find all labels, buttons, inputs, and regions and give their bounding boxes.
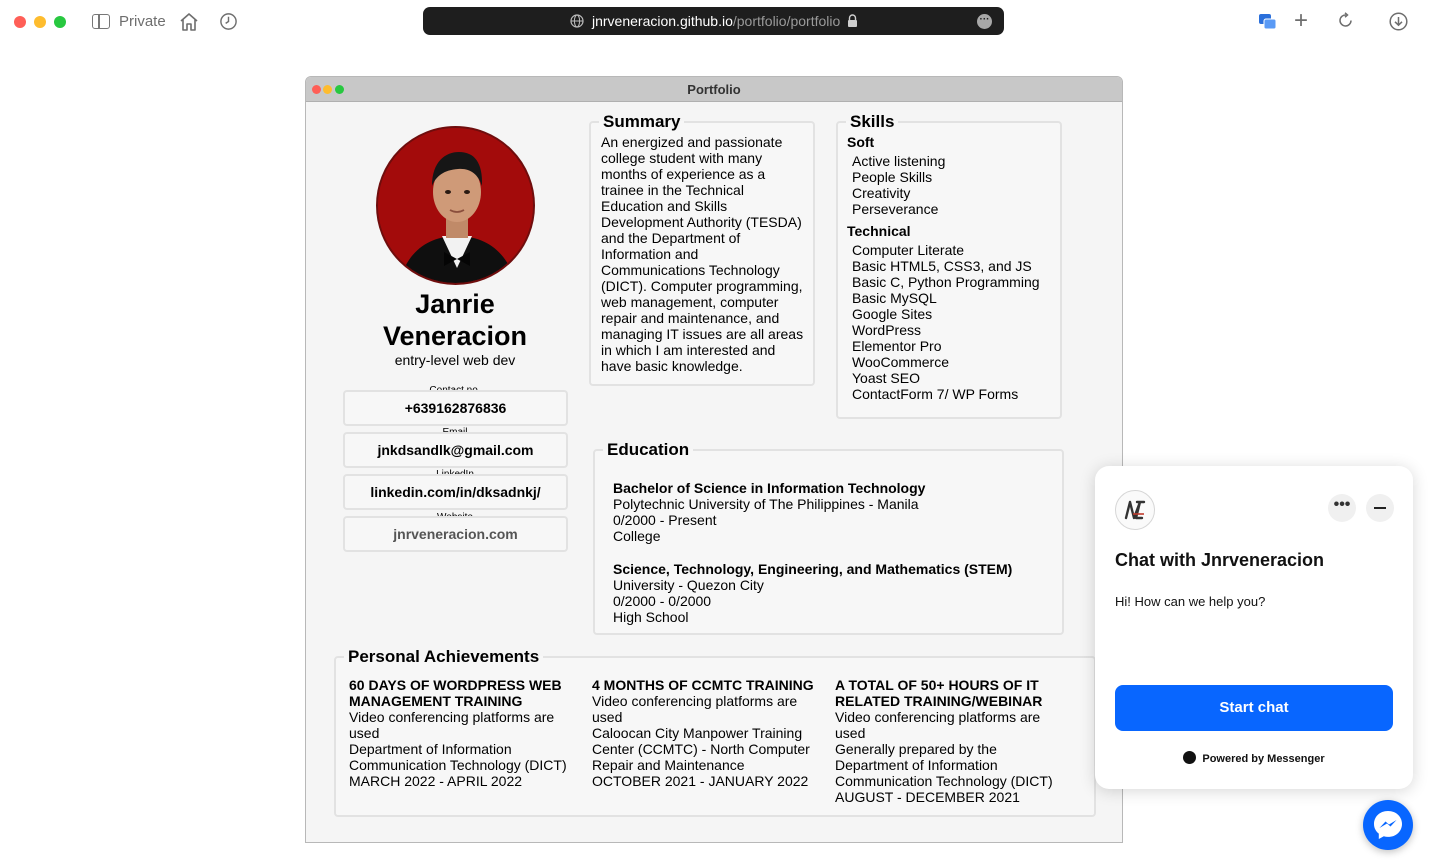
- achievement-item: A total of 50+ hours of IT related train…: [835, 677, 1078, 805]
- achievement-title: 60 days of WordPress Web Management Trai…: [349, 677, 562, 709]
- technical-skill-item: WordPress: [852, 322, 921, 338]
- technical-skill-item: Elementor Pro: [852, 338, 942, 354]
- chat-greeting: Hi! How can we help you?: [1115, 594, 1266, 609]
- achievement-detail: Video conferencing platforms are used: [835, 709, 1041, 741]
- achievement-title: A total of 50+ hours of IT related train…: [835, 677, 1043, 709]
- sidebar-toggle-icon[interactable]: [92, 14, 110, 29]
- lock-icon: [848, 14, 857, 27]
- achievement-item: 60 days of WordPress Web Management Trai…: [349, 677, 592, 805]
- minimize-window-button[interactable]: [34, 16, 46, 28]
- education-dates: 0/2000 - Present: [613, 512, 717, 528]
- messenger-icon: [1374, 811, 1402, 839]
- browser-toolbar: Private jnrveneracion.github.io/portfoli…: [0, 0, 1429, 44]
- skills-section: Skills Soft Active listening People Skil…: [836, 112, 1062, 419]
- achievements-grid: 60 days of WordPress Web Management Trai…: [336, 667, 1094, 805]
- url-path: /portfolio/portfolio: [732, 13, 841, 29]
- window-titlebar: Portfolio: [306, 77, 1122, 102]
- summary-heading: Summary: [603, 112, 681, 131]
- technical-skill-item: Google Sites: [852, 306, 933, 322]
- technical-skills-heading: Technical: [847, 223, 911, 239]
- technical-skills-list: Computer Literate Basic HTML5, CSS3, and…: [852, 242, 1060, 402]
- achievement-dates: AUGUST - DECEMBER 2021: [835, 789, 1020, 805]
- summary-section: Summary An energized and passionate coll…: [589, 112, 815, 386]
- profile-name: Janrie Veneracion: [382, 289, 528, 351]
- new-tab-icon[interactable]: +: [1294, 9, 1308, 33]
- soft-skill-item: Creativity: [852, 185, 911, 201]
- contact-linkedin-field[interactable]: linkedin.com/in/dksadnkj/: [343, 474, 568, 510]
- page-menu-icon[interactable]: ···: [977, 14, 992, 29]
- achievement-dates: MARCH 2022 - APRIL 2022: [349, 773, 523, 789]
- page-logo-avatar: [1115, 490, 1155, 530]
- contact-email-field[interactable]: jnkdsandlk@gmail.com: [343, 432, 568, 468]
- globe-icon: [570, 14, 584, 28]
- achievement-title: 4 months of CCMTC Training: [592, 677, 814, 693]
- achievement-dates: OCTOBER 2021 - JANUARY 2022: [592, 773, 809, 789]
- chat-title: Chat with Jnrveneracion: [1115, 550, 1325, 570]
- profile-role: entry-level web dev: [394, 352, 516, 368]
- technical-skill-item: Basic C, Python Programming: [852, 274, 1040, 290]
- reload-icon[interactable]: [1337, 12, 1354, 29]
- education-level: College: [613, 528, 661, 544]
- technical-skill-item: WooCommerce: [852, 354, 949, 370]
- soft-skills-heading: Soft: [847, 134, 875, 150]
- education-school: Polytechnic University of The Philippine…: [613, 496, 919, 512]
- technical-skill-item: Computer Literate: [852, 242, 965, 258]
- private-label: Private: [119, 13, 166, 30]
- chat-options-button[interactable]: •••: [1328, 494, 1356, 522]
- url-host: jnrveneracion.github.io: [592, 13, 733, 29]
- jv-logo-icon: [1124, 500, 1146, 520]
- achievement-organizer: Department of Information Communication …: [349, 741, 567, 773]
- messenger-small-icon: [1183, 751, 1197, 764]
- achievement-organizer: Caloocan City Manpower Training Center (…: [592, 725, 810, 773]
- soft-skill-item: Active listening: [852, 153, 946, 169]
- messenger-chat-popup: ••• Chat with Jnrveneracion Hi! How can …: [1095, 466, 1413, 789]
- window-title: Portfolio: [687, 82, 741, 97]
- achievement-detail: Video conferencing platforms are used: [592, 693, 798, 725]
- education-degree: Bachelor of Science in Information Techn…: [613, 480, 926, 496]
- education-school: University - Quezon City: [613, 577, 764, 593]
- skills-heading: Skills: [850, 112, 895, 131]
- chat-minimize-button[interactable]: [1366, 494, 1394, 522]
- education-item: Bachelor of Science in Information Techn…: [613, 480, 1062, 544]
- profile-avatar: [376, 126, 535, 285]
- history-icon[interactable]: [219, 12, 238, 31]
- achievement-item: 4 months of CCMTC Training Video confere…: [592, 677, 835, 805]
- contact-phone-field[interactable]: +639162876836: [343, 390, 568, 426]
- home-icon[interactable]: [178, 11, 200, 33]
- education-item: Science, Technology, Engineering, and Ma…: [613, 561, 1062, 625]
- technical-skill-item: Yoast SEO: [852, 370, 920, 386]
- downloads-icon[interactable]: [1389, 12, 1408, 31]
- close-window-button[interactable]: [14, 16, 26, 28]
- education-level: High School: [613, 609, 689, 625]
- contact-website-field[interactable]: jnrveneracion.com: [343, 516, 568, 552]
- portfolio-window: Portfolio Janrie Veneracion entry-level …: [305, 76, 1123, 843]
- education-dates: 0/2000 - 0/2000: [613, 593, 712, 609]
- messenger-chat-launcher[interactable]: [1363, 800, 1413, 850]
- technical-skill-item: Basic MySQL: [852, 290, 937, 306]
- url-text: jnrveneracion.github.io/portfolio/portfo…: [592, 13, 840, 29]
- education-degree: Science, Technology, Engineering, and Ma…: [613, 561, 1013, 577]
- achievement-detail: Video conferencing platforms are used: [349, 709, 555, 741]
- summary-text: An energized and passionate college stud…: [601, 134, 804, 374]
- education-heading: Education: [607, 440, 690, 459]
- achievements-heading: Personal Achievements: [348, 647, 540, 666]
- zoom-window-button[interactable]: [54, 16, 66, 28]
- powered-by-messenger: Powered by Messenger: [1095, 751, 1413, 765]
- profile-photo: [378, 128, 533, 283]
- soft-skill-item: People Skills: [852, 169, 933, 185]
- education-section: Education Bachelor of Science in Informa…: [593, 440, 1064, 635]
- technical-skill-item: Basic HTML5, CSS3, and JS: [852, 258, 1032, 274]
- address-bar[interactable]: jnrveneracion.github.io/portfolio/portfo…: [423, 7, 1004, 35]
- powered-by-text: Powered by Messenger: [1202, 753, 1325, 765]
- tab-overview-icon[interactable]: [1258, 13, 1277, 30]
- technical-skill-item: ContactForm 7/ WP Forms: [852, 386, 1019, 402]
- start-chat-button[interactable]: Start chat: [1115, 685, 1393, 731]
- soft-skills-list: Active listening People Skills Creativit…: [852, 153, 1060, 217]
- achievement-organizer: Generally prepared by the Department of …: [835, 741, 1053, 789]
- soft-skill-item: Perseverance: [852, 201, 939, 217]
- achievements-section: Personal Achievements 60 days of WordPre…: [334, 647, 1096, 817]
